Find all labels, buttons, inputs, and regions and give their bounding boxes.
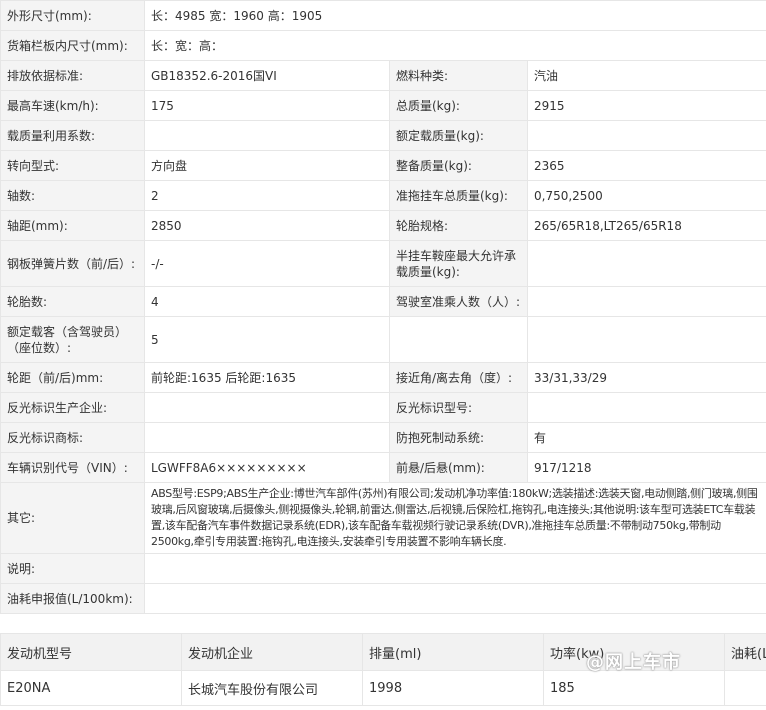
label-dimensions: 外形尺寸(mm):	[0, 0, 145, 31]
spec-row-steering: 转向型式: 方向盘 整备质量(kg): 2365	[0, 150, 766, 181]
label-rated-load: 额定载质量(kg):	[389, 120, 528, 151]
engine-data-row: E20NA 长城汽车股份有限公司 1998 185	[0, 670, 766, 706]
label-other: 其它:	[0, 482, 145, 554]
label-abs: 防抱死制动系统:	[389, 422, 528, 453]
value-dimensions: 长：4985 宽：1960 高：1905	[143, 0, 766, 31]
spec-row-emission: 排放依据标准: GB18352.6-2016国VI 燃料种类: 汽油	[0, 60, 766, 91]
label-cargo-box: 货箱栏板内尺寸(mm):	[0, 30, 145, 61]
label-load-factor: 载质量利用系数:	[0, 120, 145, 151]
value-trailer-mass: 0,750,2500	[526, 180, 766, 211]
label-notes: 说明:	[0, 553, 145, 584]
cell-power: 185	[543, 670, 725, 706]
label-steering: 转向型式:	[0, 150, 145, 181]
spec-row-fuel-consumption: 油耗申报值(L/100km):	[0, 583, 766, 614]
spec-row-cargo-box: 货箱栏板内尺寸(mm): 长：宽：高：	[0, 30, 766, 61]
label-approach-angle: 接近角/离去角（度）:	[389, 362, 528, 393]
label-fifth-wheel-load: 半挂车鞍座最大允许承载质量(kg):	[389, 240, 528, 287]
value-curb-mass: 2365	[526, 150, 766, 181]
label-max-speed: 最高车速(km/h):	[0, 90, 145, 121]
spec-row-tires: 轮胎数: 4 驾驶室准乘人数（人）:	[0, 286, 766, 317]
value-axles: 2	[144, 180, 390, 211]
value-overhang: 917/1218	[526, 452, 766, 483]
value-reflective-maker	[144, 392, 390, 423]
spec-row-load: 载质量利用系数: 额定载质量(kg):	[0, 120, 766, 151]
label-axles: 轴数:	[0, 180, 145, 211]
value-track-width: 前轮距:1635 后轮距:1635	[144, 362, 390, 393]
cell-engine-model: E20NA	[0, 670, 182, 706]
label-cab-occupants: 驾驶室准乘人数（人）:	[389, 286, 528, 317]
cell-fuel-consumption	[724, 670, 766, 706]
label-vin: 车辆识别代号（VIN）:	[0, 452, 145, 483]
header-displacement: 排量(ml)	[362, 633, 544, 671]
header-fuel-consumption: 油耗(L	[724, 633, 766, 671]
label-overhang: 前悬/后悬(mm):	[389, 452, 528, 483]
label-reflective-brand: 反光标识商标:	[0, 422, 145, 453]
value-steering: 方向盘	[144, 150, 390, 181]
header-power: 功率(kw)	[543, 633, 725, 671]
spec-row-track: 轮距（前/后)mm: 前轮距:1635 后轮距:1635 接近角/离去角（度）:…	[0, 362, 766, 393]
label-reflective-maker: 反光标识生产企业:	[0, 392, 145, 423]
label-fuel-type: 燃料种类:	[389, 60, 528, 91]
header-engine-maker: 发动机企业	[181, 633, 363, 671]
spec-row-vin: 车辆识别代号（VIN）: LGWFF8A6××××××××× 前悬/后悬(mm)…	[0, 452, 766, 483]
label-track-width: 轮距（前/后)mm:	[0, 362, 145, 393]
spec-row-seats: 额定载客（含驾驶员）（座位数）: 5	[0, 316, 766, 363]
label-reflective-model: 反光标识型号:	[389, 392, 528, 423]
value-gross-mass: 2915	[526, 90, 766, 121]
spec-row-speed: 最高车速(km/h): 175 总质量(kg): 2915	[0, 90, 766, 121]
spec-table: 外形尺寸(mm): 长：4985 宽：1960 高：1905 货箱栏板内尺寸(m…	[0, 0, 766, 614]
value-reflective-model	[526, 392, 766, 423]
value-fuel-type: 汽油	[526, 60, 766, 91]
empty-cell	[526, 316, 766, 363]
label-seats: 额定载客（含驾驶员）（座位数）:	[0, 316, 145, 363]
value-leaf-springs: -/-	[144, 240, 390, 287]
spec-row-notes: 说明:	[0, 553, 766, 584]
cell-displacement: 1998	[362, 670, 544, 706]
label-tire-count: 轮胎数:	[0, 286, 145, 317]
header-engine-model: 发动机型号	[0, 633, 182, 671]
value-vin: LGWFF8A6×××××××××	[144, 452, 390, 483]
value-tire-count: 4	[144, 286, 390, 317]
value-fuel-consumption	[143, 583, 766, 614]
value-tire-spec: 265/65R18,LT265/65R18	[526, 210, 766, 241]
spec-row-axles: 轴数: 2 准拖挂车总质量(kg): 0,750,2500	[0, 180, 766, 211]
value-max-speed: 175	[144, 90, 390, 121]
cell-engine-maker: 长城汽车股份有限公司	[181, 670, 363, 706]
spec-row-dimensions: 外形尺寸(mm): 长：4985 宽：1960 高：1905	[0, 0, 766, 31]
value-abs: 有	[526, 422, 766, 453]
spec-row-wheelbase: 轴距(mm): 2850 轮胎规格: 265/65R18,LT265/65R18	[0, 210, 766, 241]
value-notes	[143, 553, 766, 584]
value-wheelbase: 2850	[144, 210, 390, 241]
value-load-factor	[144, 120, 390, 151]
engine-table: 发动机型号 发动机企业 排量(ml) 功率(kw) 油耗(L E20NA 长城汽…	[0, 633, 766, 706]
value-rated-load	[526, 120, 766, 151]
value-approach-angle: 33/31,33/29	[526, 362, 766, 393]
value-fifth-wheel-load	[526, 240, 766, 287]
value-cargo-box: 长：宽：高：	[143, 30, 766, 61]
empty-cell	[389, 316, 528, 363]
label-tire-spec: 轮胎规格:	[389, 210, 528, 241]
value-emission-standard: GB18352.6-2016国VI	[144, 60, 390, 91]
value-seats: 5	[144, 316, 390, 363]
label-curb-mass: 整备质量(kg):	[389, 150, 528, 181]
label-leaf-springs: 钢板弹簧片数（前/后）:	[0, 240, 145, 287]
label-gross-mass: 总质量(kg):	[389, 90, 528, 121]
label-wheelbase: 轴距(mm):	[0, 210, 145, 241]
label-fuel-consumption: 油耗申报值(L/100km):	[0, 583, 145, 614]
value-cab-occupants	[526, 286, 766, 317]
label-trailer-mass: 准拖挂车总质量(kg):	[389, 180, 528, 211]
spec-row-abs: 反光标识商标: 防抱死制动系统: 有	[0, 422, 766, 453]
value-reflective-brand	[144, 422, 390, 453]
spec-row-reflective: 反光标识生产企业: 反光标识型号:	[0, 392, 766, 423]
spec-row-other: 其它: ABS型号:ESP9;ABS生产企业:博世汽车部件(苏州)有限公司;发动…	[0, 482, 766, 554]
spec-row-springs: 钢板弹簧片数（前/后）: -/- 半挂车鞍座最大允许承载质量(kg):	[0, 240, 766, 287]
value-other: ABS型号:ESP9;ABS生产企业:博世汽车部件(苏州)有限公司;发动机净功率…	[143, 482, 766, 554]
label-emission-standard: 排放依据标准:	[0, 60, 145, 91]
engine-header-row: 发动机型号 发动机企业 排量(ml) 功率(kw) 油耗(L	[0, 633, 766, 671]
engine-section: 发动机型号 发动机企业 排量(ml) 功率(kw) 油耗(L E20NA 长城汽…	[0, 633, 766, 710]
